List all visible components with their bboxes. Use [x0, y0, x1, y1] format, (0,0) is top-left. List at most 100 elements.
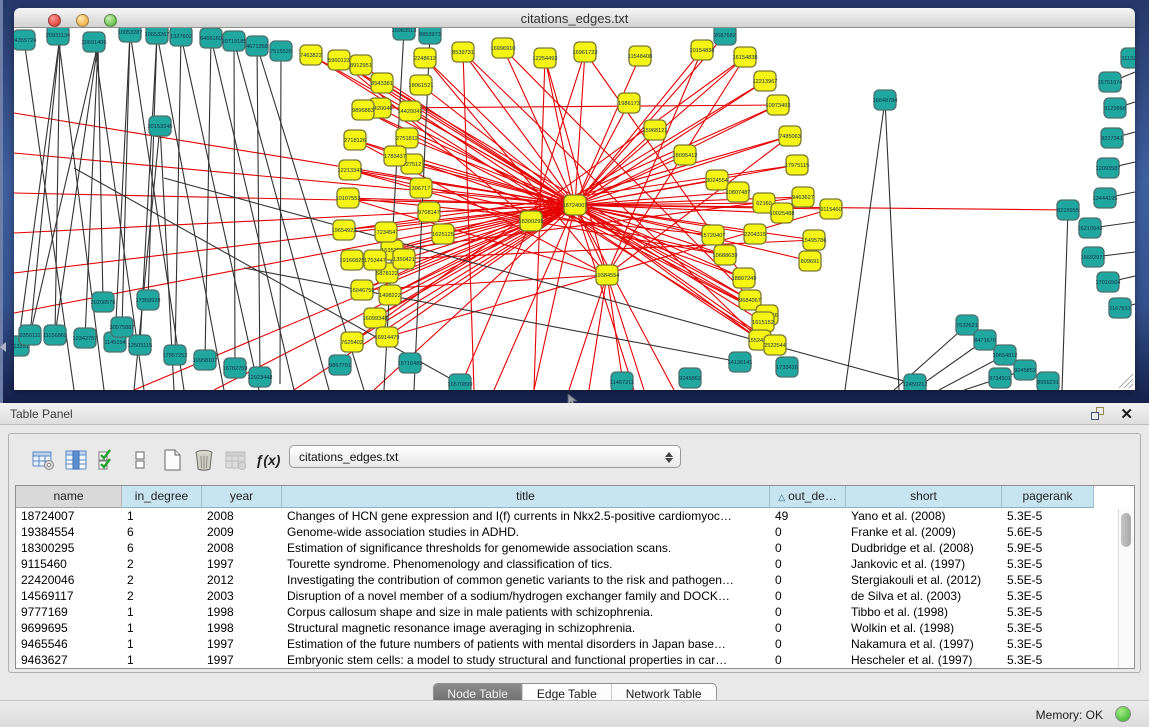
graph-node[interactable]: 9734501: [989, 368, 1011, 388]
graph-node[interactable]: 306717: [410, 178, 432, 198]
graph-node[interactable]: 14136141: [728, 352, 753, 372]
graph-node[interactable]: 7485063: [779, 126, 801, 146]
graph-node[interactable]: 15720407: [701, 225, 726, 245]
vertical-scrollbar[interactable]: [1118, 509, 1133, 669]
graph-node[interactable]: 20153346: [148, 116, 173, 136]
scrollbar-thumb[interactable]: [1121, 513, 1131, 547]
graph-node[interactable]: 2718126: [344, 130, 366, 150]
graph-node[interactable]: 9896883: [352, 100, 374, 120]
graph-node[interactable]: 16570899: [448, 374, 473, 390]
graph-node[interactable]: 809691: [799, 251, 821, 271]
graph-node[interactable]: 19166825: [340, 250, 365, 270]
graph-node[interactable]: 8956231: [1037, 372, 1059, 390]
graph-node[interactable]: 20200576: [91, 292, 116, 312]
table-row[interactable]: 2242004622012Investigating the contribut…: [16, 572, 1134, 588]
graph-node[interactable]: 12213343: [338, 160, 363, 180]
graph-node[interactable]: 10025488: [770, 203, 795, 223]
graph-node[interactable]: 8912951: [350, 55, 372, 75]
graph-node[interactable]: 11156869: [43, 325, 67, 345]
resize-grip-icon[interactable]: [1129, 384, 1133, 388]
graph-node[interactable]: 18095412: [673, 145, 698, 165]
float-panel-icon[interactable]: [1091, 407, 1105, 421]
graph-node[interactable]: 10654812: [993, 345, 1018, 365]
graph-node[interactable]: 9857791: [329, 355, 351, 375]
graph-node[interactable]: 18724007: [563, 195, 588, 215]
column-header-short[interactable]: short: [846, 486, 1002, 508]
network-window-titlebar[interactable]: citations_edges.txt: [14, 8, 1135, 28]
graph-node[interactable]: 8539731: [452, 42, 474, 62]
panel-collapse-arrow-icon[interactable]: [0, 342, 6, 352]
graph-node[interactable]: 10154838: [690, 40, 715, 60]
graph-node[interactable]: 7515526: [270, 41, 292, 61]
graph-node[interactable]: 10973493: [766, 95, 791, 115]
graph-node[interactable]: 2087682: [714, 28, 736, 45]
close-panel-icon[interactable]: ✕: [1120, 405, 1133, 423]
graph-node[interactable]: 1167531: [1109, 298, 1131, 318]
graph-node[interactable]: 7463822: [300, 45, 322, 65]
import-table-icon[interactable]: [223, 447, 249, 473]
graph-node[interactable]: 18807249: [732, 268, 757, 288]
new-file-icon[interactable]: [159, 447, 185, 473]
graph-node[interactable]: 16996910: [491, 38, 516, 58]
graph-node[interactable]: 16648784: [873, 90, 898, 110]
graph-canvas[interactable]: 2435572420931134206914061005328710653267…: [14, 28, 1135, 390]
graph-node[interactable]: 1113205: [1121, 48, 1135, 68]
graph-node[interactable]: 2204315: [744, 224, 766, 244]
table-row[interactable]: 946362711997Embryonic stem cells: a mode…: [16, 652, 1134, 668]
graph-node[interactable]: 9115460: [820, 199, 842, 219]
select-rows-icon[interactable]: [95, 447, 121, 473]
graph-node[interactable]: 7625402: [341, 332, 363, 352]
function-icon[interactable]: ƒ(x): [255, 447, 281, 473]
graph-node[interactable]: 17016504: [1096, 272, 1121, 292]
table-row[interactable]: 1830029562008Estimation of significance …: [16, 540, 1134, 556]
graph-node[interactable]: 1783437: [384, 146, 406, 166]
graph-node[interactable]: 19654922: [332, 220, 357, 240]
graph-node[interactable]: 8543381: [371, 73, 393, 93]
graph-node[interactable]: 4671358: [246, 36, 268, 56]
graph-node[interactable]: 15716485: [398, 353, 423, 373]
graph-node[interactable]: 12923448: [248, 367, 273, 387]
graph-node[interactable]: 16961723: [573, 42, 598, 62]
graph-node[interactable]: 1327602: [170, 28, 192, 46]
graph-node[interactable]: 17957252: [163, 345, 188, 365]
table-settings-icon[interactable]: [31, 447, 57, 473]
graph-node[interactable]: 2751812: [396, 128, 418, 148]
graph-node[interactable]: 1753447: [364, 250, 386, 270]
delete-icon[interactable]: [191, 447, 217, 473]
graph-node[interactable]: 12450212: [903, 374, 928, 390]
graph-node[interactable]: 11467211: [610, 372, 634, 390]
graph-node[interactable]: 12213967: [753, 71, 778, 91]
column-header-year[interactable]: year: [202, 486, 282, 508]
column-header-title[interactable]: title: [282, 486, 770, 508]
graph-node[interactable]: 15751074: [1098, 72, 1123, 92]
graph-node[interactable]: 723454: [375, 222, 397, 242]
table-row[interactable]: 946554611997Estimation of the future num…: [16, 636, 1134, 652]
graph-node[interactable]: 20691406: [82, 32, 107, 52]
graph-node[interactable]: 5960123: [328, 50, 350, 70]
graph-node[interactable]: 2522544: [764, 335, 786, 355]
graph-node[interactable]: 17359928: [136, 290, 161, 310]
table-select-dropdown[interactable]: citations_edges.txt: [289, 445, 681, 468]
graph-node[interactable]: 16210643: [1078, 218, 1103, 238]
graph-node[interactable]: 10807487: [726, 182, 751, 202]
graph-node[interactable]: 9245862: [679, 368, 701, 388]
graph-node[interactable]: 6466160: [200, 28, 222, 48]
graph-node[interactable]: 16099348: [363, 308, 388, 328]
memory-ok-indicator[interactable]: [1115, 706, 1131, 722]
column-header-name[interactable]: name: [16, 486, 122, 508]
graph-node[interactable]: 10688639: [713, 245, 738, 265]
graph-node[interactable]: 9708147: [418, 202, 440, 222]
graph-node[interactable]: 2248612: [414, 48, 436, 68]
graph-node[interactable]: 1498222: [379, 285, 401, 305]
graph-node[interactable]: 16914479: [375, 327, 400, 347]
graph-node[interactable]: 15495786: [802, 230, 827, 250]
table-row[interactable]: 911546021997Tourette syndrome. Phenomeno…: [16, 556, 1134, 572]
graph-node[interactable]: 10719185: [222, 31, 247, 51]
graph-node[interactable]: 16046756: [350, 280, 375, 300]
graph-node[interactable]: 16782759: [223, 358, 248, 378]
graph-node[interactable]: 16983513: [392, 28, 417, 40]
graph-node[interactable]: 9350111: [19, 325, 41, 345]
graph-node[interactable]: 8215955: [1057, 200, 1079, 220]
graph-node[interactable]: 1733426: [776, 357, 798, 377]
network-graph[interactable]: 2435572420931134206914061005328710653267…: [14, 28, 1135, 390]
